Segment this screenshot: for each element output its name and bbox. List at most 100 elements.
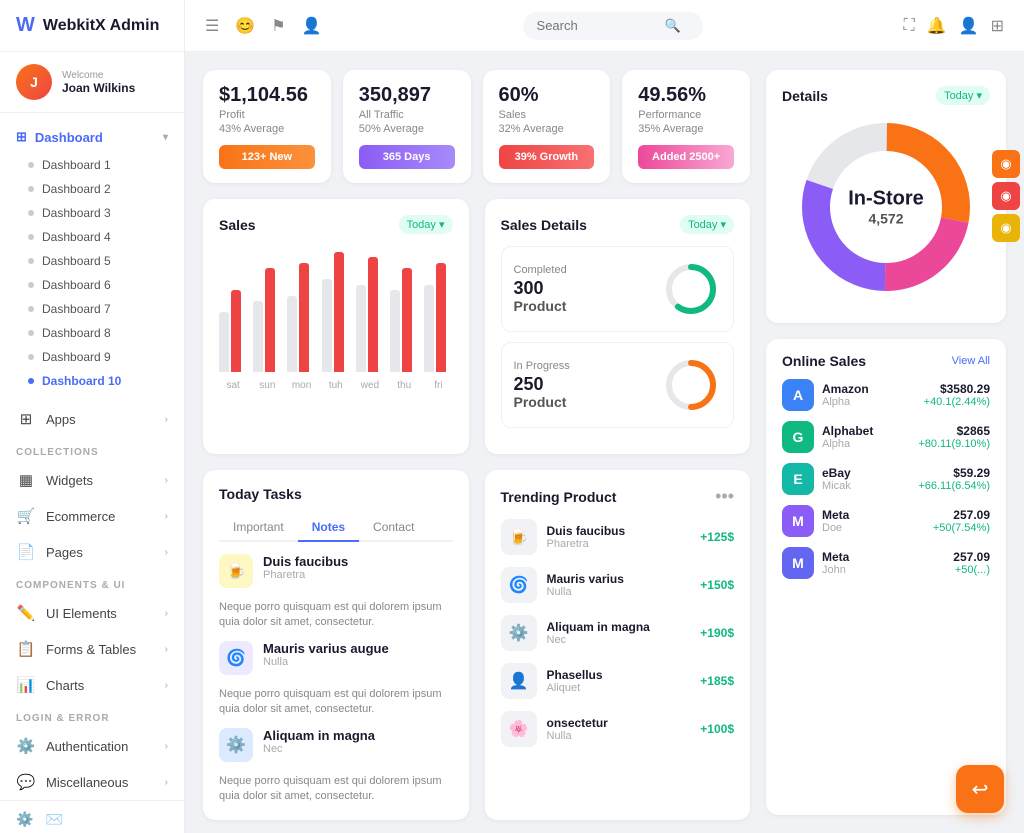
sidebar-item-dashboard5[interactable]: Dashboard 5 — [0, 249, 184, 273]
emoji-icon[interactable]: 😊 — [235, 16, 255, 36]
trending-sub-3: Aliquet — [547, 682, 691, 694]
ui-elements-label: UI Elements — [46, 606, 117, 621]
sidebar-item-dashboard4[interactable]: Dashboard 4 — [0, 225, 184, 249]
online-sales-title: Online Sales — [782, 353, 866, 369]
apps-icon: ⊞ — [16, 409, 36, 429]
menu-icon[interactable]: ☰ — [205, 16, 219, 36]
trending-sub-4: Nulla — [547, 730, 691, 742]
user-welcome: Welcome — [62, 70, 135, 81]
dashboard-label: Dashboard — [35, 130, 103, 145]
tab-contact[interactable]: Contact — [359, 514, 428, 542]
sidebar-item-miscellaneous[interactable]: 💬Miscellaneous › — [0, 764, 184, 800]
bar-label: wed — [356, 380, 384, 391]
ecommerce-label: Ecommerce — [46, 509, 115, 524]
details-title: Details — [782, 88, 828, 104]
expand-icon[interactable]: ⛶ — [904, 17, 915, 35]
stat-btn-profit[interactable]: 123+ New — [219, 145, 315, 169]
trending-item-2: ⚙️ Aliquam in magna Nec +190$ — [501, 615, 735, 651]
pages-icon: 📄 — [16, 542, 36, 562]
trending-info-4: onsectetur Nulla — [547, 716, 691, 742]
sidebar-item-label: Dashboard 9 — [42, 350, 111, 364]
nav-dot — [28, 210, 34, 216]
flag-icon[interactable]: ⚑ — [271, 16, 285, 36]
sales-row-2: E eBay Micak $59.29 +66.11(6.54%) — [782, 463, 990, 495]
inprogress-title: 250 — [514, 375, 570, 395]
sidebar-item-authentication[interactable]: ⚙️Authentication › — [0, 728, 184, 764]
sidebar-item-apps[interactable]: ⊞Apps › — [0, 401, 184, 437]
sidebar-item-widgets[interactable]: ▦Widgets › — [0, 462, 184, 498]
sales-price-2: $59.29 — [918, 466, 990, 480]
stat-percent: 35% Average — [638, 123, 734, 135]
sidebar-item-ui-elements[interactable]: ✏️UI Elements › — [0, 595, 184, 631]
user-name: Joan Wilkins — [62, 81, 135, 95]
task-desc-1: Neque porro quisquam est qui dolorem ips… — [219, 687, 453, 718]
sales-sub-2: Micak — [822, 480, 851, 492]
sales-details-badge[interactable]: Today ▾ — [680, 215, 734, 234]
bell-icon[interactable]: 🔔 — [927, 16, 947, 36]
sidebar-item-forms-tables[interactable]: 📋Forms & Tables › — [0, 631, 184, 667]
trending-info-0: Duis faucibus Pharetra — [547, 524, 691, 550]
sales-change-4: +50(...) — [953, 564, 990, 576]
float-btn-yellow[interactable]: ◉ — [992, 214, 1020, 242]
search-icon: 🔍 — [665, 18, 681, 34]
grid-icon[interactable]: ⊞ — [991, 16, 1004, 36]
topbar: ☰ 😊 ⚑ 👤 🔍 ⛶ 🔔 👤 ⊞ — [185, 0, 1024, 52]
sidebar-item-dashboard10[interactable]: Dashboard 10 — [0, 369, 184, 393]
sales-chart-header: Sales Today ▾ — [219, 215, 453, 234]
sidebar-item-dashboard8[interactable]: Dashboard 8 — [0, 321, 184, 345]
nav-dot — [28, 282, 34, 288]
sales-name-0: Amazon — [822, 382, 869, 396]
sidebar-user: J Welcome Joan Wilkins — [0, 52, 184, 113]
completed-donut — [661, 259, 721, 319]
dots-menu-icon[interactable]: ••• — [715, 486, 734, 507]
details-badge[interactable]: Today ▾ — [936, 86, 990, 105]
mail-icon[interactable]: ✉️ — [45, 811, 62, 828]
user-icon[interactable]: 👤 — [959, 16, 979, 36]
sidebar-item-dashboard2[interactable]: Dashboard 2 — [0, 177, 184, 201]
sidebar-item-dashboard1[interactable]: Dashboard 1 — [0, 153, 184, 177]
sidebar-item-charts[interactable]: 📊Charts › — [0, 667, 184, 703]
sales-row-1: G Alphabet Alpha $2865 +80.11(9.10%) — [782, 421, 990, 453]
float-btn-red[interactable]: ◉ — [992, 182, 1020, 210]
bar-gray — [322, 279, 332, 372]
trending-icon-3: 👤 — [501, 663, 537, 699]
settings-icon[interactable]: ⚙️ — [16, 811, 33, 828]
float-btn-orange[interactable]: ◉ — [992, 150, 1020, 178]
tab-important[interactable]: Important — [219, 514, 298, 542]
pages-label: Pages — [46, 545, 83, 560]
view-all-link[interactable]: View All — [952, 355, 990, 367]
trending-price-3: +185$ — [700, 674, 734, 688]
bar-label: sun — [253, 380, 281, 391]
sidebar-logo: W WebkitX Admin — [0, 0, 184, 52]
fab-button[interactable]: ↩ — [956, 765, 1004, 813]
sales-change-2: +66.11(6.54%) — [918, 480, 990, 492]
task-item-0: 🍺 Duis faucibus Pharetra — [219, 554, 453, 588]
bar-group — [356, 257, 384, 372]
bar-red — [231, 290, 241, 372]
sales-avatar-4: M — [782, 547, 814, 579]
sidebar-item-pages[interactable]: 📄Pages › — [0, 534, 184, 570]
chevron-right-icon: › — [165, 608, 168, 619]
tab-notes[interactable]: Notes — [298, 514, 359, 542]
mid-row: Sales Today ▾ satsunmontuhwedthufri Sale… — [203, 199, 750, 454]
sidebar-item-dashboard9[interactable]: Dashboard 9 — [0, 345, 184, 369]
charts-icon: 📊 — [16, 675, 36, 695]
stat-btn-sales[interactable]: 39% Growth — [499, 145, 595, 169]
completed-subtitle: Product — [514, 299, 567, 314]
task-title-1: Mauris varius augue — [263, 641, 389, 656]
sidebar-item-dashboard3[interactable]: Dashboard 3 — [0, 201, 184, 225]
sales-chart-badge[interactable]: Today ▾ — [399, 215, 453, 234]
search-input[interactable] — [537, 18, 657, 33]
user-circle-icon[interactable]: 👤 — [302, 16, 322, 36]
sidebar-item-ecommerce[interactable]: 🛒Ecommerce › — [0, 498, 184, 534]
sidebar-item-dashboard7[interactable]: Dashboard 7 — [0, 297, 184, 321]
sales-avatar-2: E — [782, 463, 814, 495]
dashboard-nav: ⊞ Dashboard ▾ Dashboard 1 Dashboard 2 Da… — [0, 113, 184, 401]
trending-icon-1: 🌀 — [501, 567, 537, 603]
dashboard-main-item[interactable]: ⊞ Dashboard ▾ — [0, 121, 184, 153]
floating-buttons: ◉ ◉ ◉ — [992, 150, 1020, 242]
stat-btn-performance[interactable]: Added 2500+ — [638, 145, 734, 169]
sidebar-item-dashboard6[interactable]: Dashboard 6 — [0, 273, 184, 297]
stat-btn-traffic[interactable]: 365 Days — [359, 145, 455, 169]
bar-chart — [219, 246, 453, 376]
